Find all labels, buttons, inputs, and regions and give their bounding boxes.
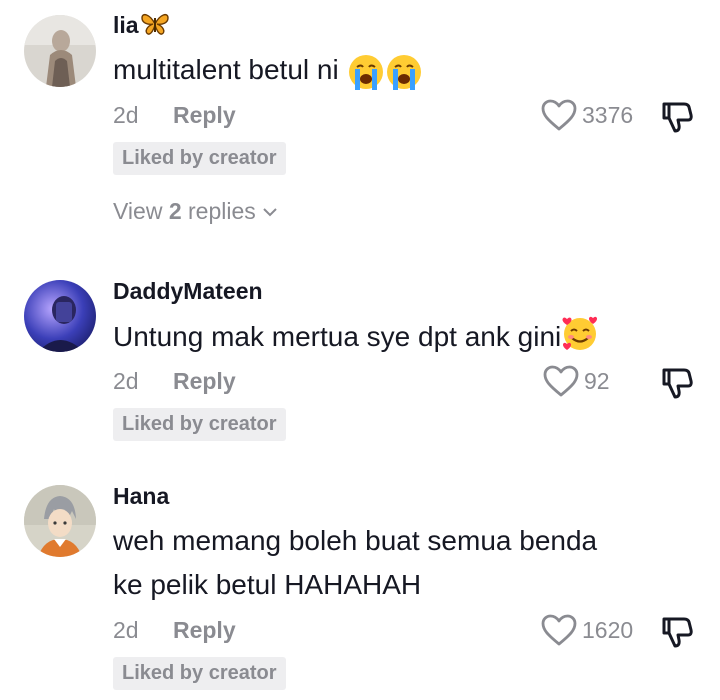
reply-button[interactable]: Reply bbox=[173, 102, 236, 128]
liked-by-creator-badge: Liked by creator bbox=[113, 657, 286, 690]
smiling-face-with-hearts-icon bbox=[562, 316, 598, 350]
loudly-crying-face-icon bbox=[387, 54, 422, 90]
reply-button[interactable]: Reply bbox=[173, 617, 236, 643]
avatar[interactable] bbox=[24, 15, 96, 87]
comment-age: 2d bbox=[113, 368, 139, 394]
avatar[interactable] bbox=[24, 280, 96, 352]
comment-meta: 2d Reply bbox=[113, 617, 236, 644]
comment-meta: 2d Reply bbox=[113, 368, 236, 395]
comment-text: Untung mak mertua sye dpt ank gini bbox=[113, 314, 673, 359]
username[interactable]: DaddyMateen bbox=[113, 278, 263, 305]
like-button[interactable]: 92 bbox=[542, 364, 610, 398]
chevron-down-icon bbox=[263, 207, 277, 216]
like-button[interactable]: 3376 bbox=[540, 98, 633, 132]
dislike-icon[interactable] bbox=[660, 98, 696, 134]
username[interactable]: Hana bbox=[113, 483, 169, 510]
comment-item: Hana weh memang boleh buat semua benda k… bbox=[0, 475, 720, 700]
comment-text: multitalent betul ni bbox=[113, 48, 673, 92]
comment-item: lia multitalent betul ni 2d Reply 3376 L… bbox=[0, 0, 720, 240]
comment-age: 2d bbox=[113, 617, 139, 643]
loudly-crying-face-icon bbox=[349, 54, 384, 90]
dislike-icon[interactable] bbox=[660, 364, 696, 400]
liked-by-creator-badge: Liked by creator bbox=[113, 142, 286, 175]
username[interactable]: lia bbox=[113, 12, 170, 39]
view-replies-button[interactable]: View 2 replies bbox=[113, 198, 278, 225]
comment-item: DaddyMateen Untung mak mertua sye dpt an… bbox=[0, 270, 720, 450]
comment-meta: 2d Reply bbox=[113, 102, 236, 129]
heart-icon bbox=[541, 99, 577, 131]
dislike-icon[interactable] bbox=[660, 613, 696, 649]
heart-icon bbox=[541, 614, 577, 646]
like-count: 92 bbox=[584, 367, 610, 394]
comment-text: weh memang boleh buat semua benda ke pel… bbox=[113, 525, 598, 600]
like-count: 1620 bbox=[582, 616, 634, 643]
like-button[interactable]: 1620 bbox=[540, 613, 633, 647]
butterfly-icon bbox=[140, 13, 169, 35]
liked-by-creator-badge: Liked by creator bbox=[113, 408, 286, 441]
like-count: 3376 bbox=[582, 101, 634, 128]
avatar[interactable] bbox=[24, 485, 96, 557]
comment-age: 2d bbox=[113, 102, 139, 128]
reply-button[interactable]: Reply bbox=[173, 368, 236, 394]
heart-icon bbox=[543, 365, 579, 397]
